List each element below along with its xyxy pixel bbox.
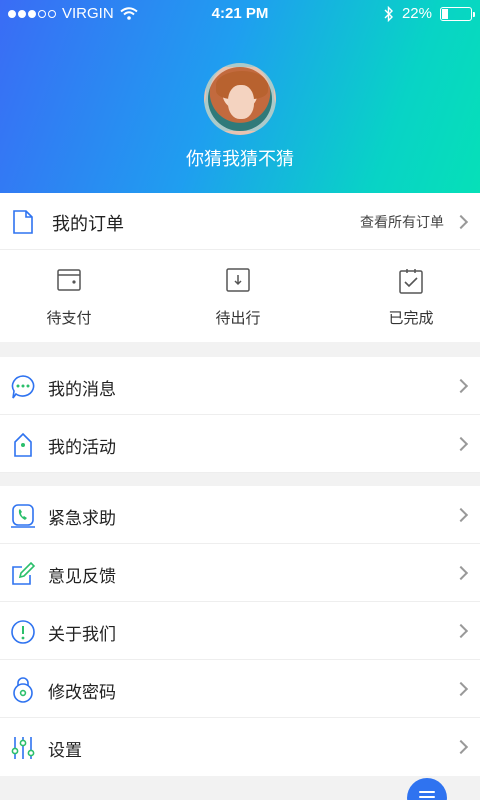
- chevron-right-icon: [453, 507, 469, 523]
- battery-percent: 22%: [401, 5, 432, 22]
- menu-icon: [419, 791, 435, 793]
- message-icon: [11, 375, 35, 399]
- download-box-icon: [226, 268, 250, 292]
- status-bar: VIRGIN 4:21 PM 22%: [0, 0, 480, 28]
- my-orders-row[interactable]: 我的订单 查看所有订单: [0, 193, 480, 250]
- phone-icon: [11, 504, 35, 528]
- menu-label: 修改密码: [48, 683, 116, 703]
- menu-item-about[interactable]: 关于我们: [0, 602, 480, 660]
- view-all-orders-link[interactable]: 查看所有订单: [360, 212, 444, 232]
- chevron-right-icon: [453, 378, 469, 394]
- menu-item-activities[interactable]: 我的活动: [0, 415, 480, 473]
- clipboard-check-icon: [399, 269, 423, 294]
- tab-completed[interactable]: 已完成: [351, 250, 471, 342]
- chevron-right-icon: [453, 436, 469, 452]
- edit-icon: [12, 561, 36, 585]
- floating-menu-button[interactable]: [407, 778, 447, 800]
- menu-label: 设置: [48, 741, 82, 761]
- sliders-icon: [11, 737, 35, 759]
- chevron-right-icon: [453, 623, 469, 639]
- chevron-right-icon: [453, 565, 469, 581]
- menu-item-settings[interactable]: 设置: [0, 718, 480, 776]
- my-orders-title: 我的订单: [52, 214, 124, 235]
- battery-icon: [440, 6, 475, 21]
- menu-label: 关于我们: [48, 625, 116, 645]
- bluetooth-icon: [384, 5, 393, 22]
- menu-item-change-password[interactable]: 修改密码: [0, 660, 480, 718]
- document-icon: [13, 210, 33, 234]
- profile-header: VIRGIN 4:21 PM 22% 你猜我猜不猜: [0, 0, 480, 193]
- menu-label: 意见反馈: [48, 567, 116, 587]
- status-right: 22%: [384, 5, 475, 22]
- menu-item-feedback[interactable]: 意见反馈: [0, 544, 480, 602]
- chevron-right-icon: [453, 739, 469, 755]
- tab-pending-travel[interactable]: 待出行: [178, 250, 298, 342]
- username[interactable]: 你猜我猜不猜: [0, 145, 480, 171]
- wallet-icon: [57, 269, 81, 291]
- tag-icon: [14, 432, 32, 457]
- chevron-right-icon: [453, 681, 469, 697]
- tab-label: 已完成: [388, 309, 434, 327]
- menu-label: 我的活动: [48, 438, 116, 458]
- order-status-tabs: 待支付 待出行 已完成: [0, 250, 480, 342]
- info-icon: [11, 620, 35, 644]
- tab-label: 待支付: [46, 309, 92, 327]
- menu-item-emergency[interactable]: 紧急求助: [0, 486, 480, 544]
- menu-label: 我的消息: [48, 380, 116, 400]
- tab-pending-payment[interactable]: 待支付: [9, 250, 129, 342]
- menu-label: 紧急求助: [48, 509, 116, 529]
- tab-label: 待出行: [215, 309, 261, 327]
- avatar[interactable]: [204, 63, 276, 135]
- menu-item-messages[interactable]: 我的消息: [0, 357, 480, 415]
- chevron-right-icon: [453, 214, 469, 230]
- lock-icon: [13, 677, 33, 703]
